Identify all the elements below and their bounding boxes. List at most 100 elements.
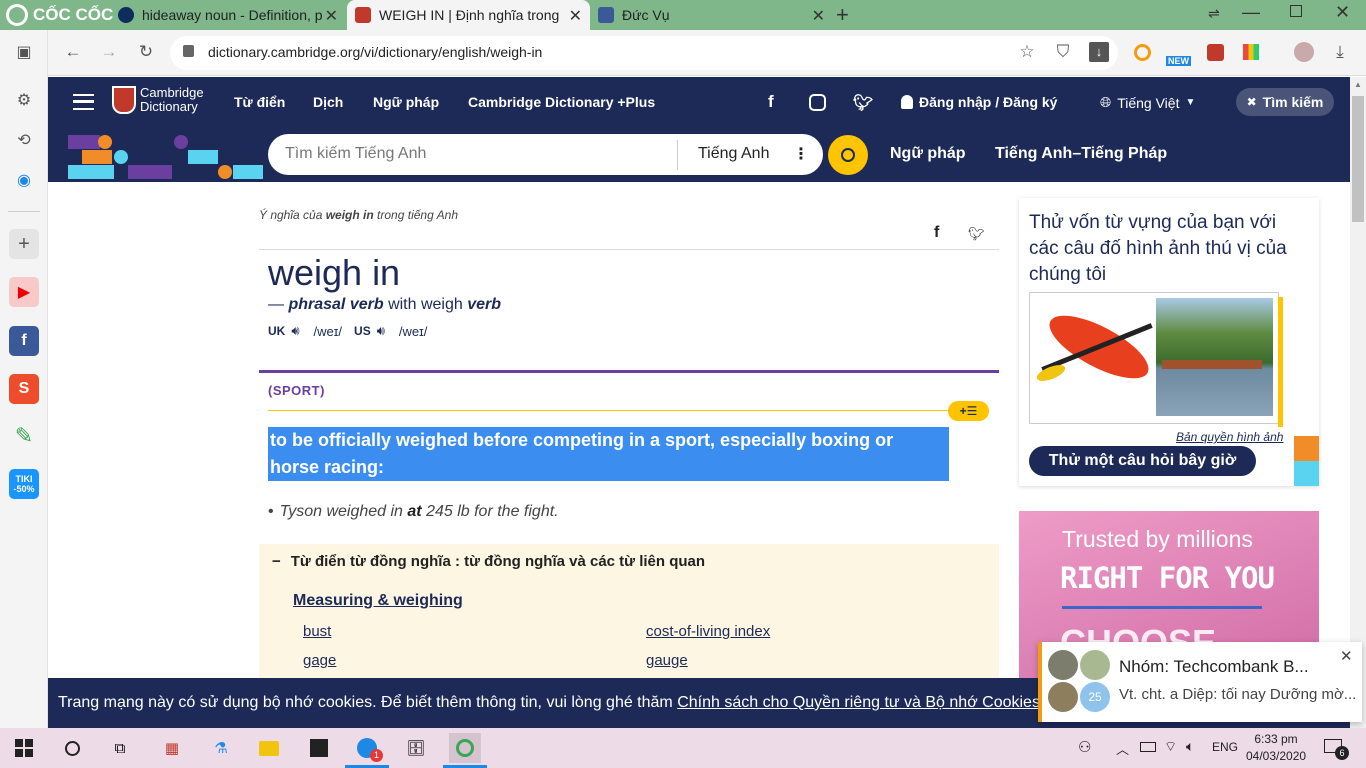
- lock-icon[interactable]: [183, 45, 194, 57]
- tray-chevron-icon[interactable]: ︿: [1116, 739, 1129, 758]
- more-options-icon[interactable]: ⋮: [793, 144, 809, 164]
- share-facebook-icon[interactable]: f: [934, 224, 939, 242]
- profile-avatar[interactable]: [1294, 42, 1314, 62]
- cookie-policy-link[interactable]: Chính sách cho Quyền riêng tư và Bộ nhớ …: [677, 694, 1040, 712]
- zalo-icon[interactable]: 1: [351, 733, 383, 763]
- windows-start-icon[interactable]: [8, 733, 40, 763]
- messenger-icon[interactable]: ◉: [9, 165, 39, 195]
- search-toggle-button[interactable]: ✖ Tìm kiếm: [1236, 88, 1334, 116]
- search-language-select[interactable]: Tiếng Anh: [698, 145, 769, 163]
- notification-close-icon[interactable]: ✕: [1340, 647, 1353, 665]
- tab-duc-vu[interactable]: Đức Vụ ✕: [590, 0, 833, 30]
- tab-weigh-in[interactable]: WEIGH IN | Định nghĩa trong ✕: [347, 0, 590, 30]
- close-tab-icon[interactable]: ✕: [812, 6, 825, 26]
- task-view-icon[interactable]: ⧉: [104, 733, 136, 763]
- taskbar-app-icon[interactable]: ⚗: [205, 733, 237, 763]
- us-ipa: /weɪ/: [398, 323, 428, 339]
- nav-plus[interactable]: Cambridge Dictionary +Plus: [468, 94, 655, 110]
- add-app-icon[interactable]: +: [9, 229, 39, 259]
- taskbar-app-icon[interactable]: ▦: [156, 733, 188, 763]
- twitter-icon[interactable]: 🐦︎: [853, 93, 873, 113]
- scrollbar-thumb[interactable]: [1352, 96, 1364, 222]
- close-tab-icon[interactable]: ✕: [569, 6, 582, 26]
- nav-dictionary[interactable]: Từ điển: [234, 94, 285, 110]
- action-center-icon[interactable]: 6: [1324, 739, 1349, 760]
- clock[interactable]: 6:33 pm 04/03/2020: [1246, 731, 1306, 765]
- extension-color-icon[interactable]: [1243, 44, 1259, 60]
- tiki-icon[interactable]: TIKI -50%: [9, 469, 39, 499]
- tab-hideaway[interactable]: hideaway noun - Definition, p ✕: [110, 0, 346, 30]
- back-icon[interactable]: ←: [60, 39, 86, 65]
- cambridge-logo[interactable]: Cambridge Dictionary: [112, 86, 204, 114]
- input-language[interactable]: ENG: [1212, 740, 1238, 754]
- facebook-icon[interactable]: f: [9, 326, 39, 356]
- bookmark-star-icon[interactable]: ☆: [1014, 39, 1040, 65]
- shield-icon[interactable]: ⛉: [1050, 39, 1076, 65]
- quicklink-grammar[interactable]: Ngữ pháp: [890, 145, 966, 163]
- quiz-image-frame[interactable]: [1029, 292, 1283, 427]
- coccoc-logo[interactable]: CỐC CỐC: [6, 3, 113, 27]
- extension-red-icon[interactable]: [1207, 44, 1224, 61]
- minimize-button[interactable]: —: [1242, 2, 1260, 23]
- pronunciation-row: UK 🔊︎ /weɪ/ US 🔊︎ /weɪ/: [268, 323, 427, 339]
- definition-text: to be officially weighed before competin…: [268, 427, 949, 481]
- hamburger-menu-icon[interactable]: [73, 94, 94, 110]
- new-tab-button[interactable]: +: [836, 2, 849, 28]
- quiz-button[interactable]: Thử một câu hỏi bây giờ: [1029, 446, 1256, 476]
- coccoc-shape: [456, 739, 474, 757]
- add-to-wordlist-button[interactable]: +☰: [948, 401, 989, 421]
- taskbar-app-icon[interactable]: 🗄︎: [400, 733, 432, 763]
- share-twitter-icon[interactable]: 🐦︎: [968, 226, 985, 242]
- settings-gear-icon[interactable]: ⚙: [9, 85, 39, 115]
- language-selector[interactable]: 🌐︎ Tiếng Việt ▼: [1100, 94, 1195, 111]
- coccoc-tools-icon[interactable]: ✎: [9, 421, 39, 451]
- volume-icon[interactable]: 🔈︎: [1186, 738, 1194, 755]
- forward-icon[interactable]: →: [96, 39, 122, 65]
- thesaurus-category-link[interactable]: Measuring & weighing: [293, 592, 463, 610]
- search-input[interactable]: Tìm kiếm Tiếng Anh: [285, 145, 426, 163]
- bullet: •: [268, 503, 274, 520]
- login-link[interactable]: Đăng nhập / Đăng ký: [901, 94, 1057, 110]
- nav-grammar[interactable]: Ngữ pháp: [373, 94, 439, 110]
- downloads-icon[interactable]: ⤓: [1327, 39, 1353, 65]
- thesaurus-word-link[interactable]: gauge: [646, 652, 688, 669]
- close-tab-icon[interactable]: ✕: [325, 6, 338, 26]
- shopee-icon[interactable]: S: [9, 374, 39, 404]
- us-audio-icon[interactable]: 🔊︎: [377, 323, 385, 339]
- coccoc-taskbar-icon[interactable]: [449, 733, 481, 763]
- history-icon[interactable]: ⟲: [9, 125, 39, 155]
- reload-icon[interactable]: ↻: [133, 39, 159, 65]
- taskbar-app-icon[interactable]: [303, 733, 335, 763]
- image-copyright-link[interactable]: Bản quyền hình ảnh: [1176, 430, 1283, 444]
- instagram-icon[interactable]: [809, 94, 826, 111]
- scroll-up-arrow-icon[interactable]: ▲: [1354, 80, 1362, 89]
- download-page-icon[interactable]: ↓: [1089, 42, 1109, 62]
- thesaurus-word-link[interactable]: bust: [303, 623, 331, 640]
- thesaurus-word-link[interactable]: cost-of-living index: [646, 623, 770, 640]
- coccoc-logo-icon: [6, 4, 28, 26]
- extension-new-icon[interactable]: NEW: [1166, 44, 1192, 66]
- people-icon[interactable]: ⚇: [1078, 738, 1091, 756]
- deco-block: [128, 165, 172, 179]
- thesaurus-header[interactable]: − Từ điển từ đồng nghĩa : từ đồng nghĩa …: [272, 553, 705, 570]
- extension-coccoc-icon[interactable]: [1134, 44, 1151, 61]
- network-icon[interactable]: ⌔: [1164, 738, 1177, 756]
- file-explorer-icon[interactable]: [253, 733, 285, 763]
- facebook-social-icon[interactable]: f: [768, 92, 774, 112]
- youtube-icon[interactable]: ▶: [9, 277, 39, 307]
- sidebar-toggle-icon[interactable]: ▣: [9, 37, 39, 67]
- nav-translate[interactable]: Dịch: [313, 94, 343, 110]
- tab-search-icon[interactable]: ⇌: [1208, 5, 1220, 22]
- uk-audio-icon[interactable]: 🔊︎: [291, 323, 299, 339]
- thesaurus-word-link[interactable]: gage: [303, 652, 336, 669]
- chevron-down-icon: ▼: [1185, 97, 1196, 108]
- restore-button[interactable]: [1290, 5, 1302, 17]
- url-text[interactable]: dictionary.cambridge.org/vi/dictionary/e…: [208, 44, 542, 60]
- search-button[interactable]: [828, 135, 868, 175]
- close-window-button[interactable]: ✕: [1335, 2, 1350, 23]
- collapse-icon[interactable]: −: [272, 553, 281, 570]
- quicklink-english-french[interactable]: Tiếng Anh–Tiếng Pháp: [995, 145, 1167, 163]
- cortana-search-icon[interactable]: [56, 733, 88, 763]
- battery-icon[interactable]: [1140, 742, 1156, 752]
- app-shape: [310, 739, 328, 757]
